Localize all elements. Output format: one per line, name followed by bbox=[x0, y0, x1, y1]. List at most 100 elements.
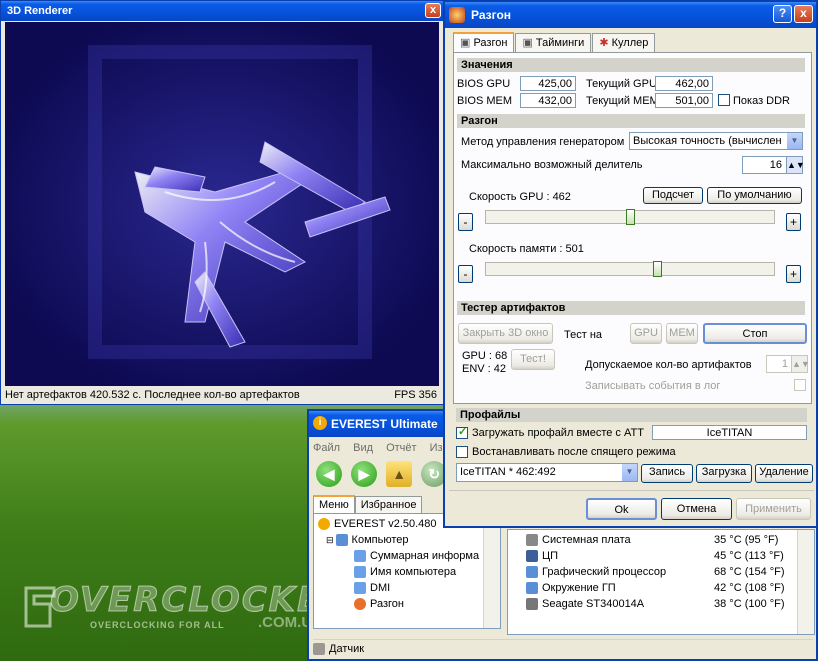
chip-icon: ▣ bbox=[460, 37, 474, 49]
sensor-scrollbar[interactable] bbox=[797, 530, 814, 634]
test-mem-button[interactable]: MEM bbox=[666, 323, 698, 344]
max-divider-label: Максимально возможный делитель bbox=[461, 159, 643, 171]
tab-timings[interactable]: ▣ Тайминги bbox=[515, 33, 592, 52]
gpu-speed-increase-button[interactable]: + bbox=[786, 213, 801, 231]
menu-file[interactable]: Файл bbox=[313, 442, 340, 454]
render-viewport bbox=[5, 22, 439, 386]
gpu-speed-slider[interactable] bbox=[485, 209, 775, 225]
default-button[interactable]: По умолчанию bbox=[707, 187, 802, 204]
memory-speed-decrease-button[interactable]: - bbox=[458, 265, 473, 283]
allowed-artifacts-stepper[interactable]: 1 ▲▼ bbox=[766, 355, 810, 373]
sensor-value: 42 °C (108 °F) bbox=[714, 582, 785, 594]
show-ddr-checkbox[interactable] bbox=[718, 94, 730, 106]
bios-mem-label: BIOS MEM bbox=[457, 95, 513, 107]
tree-item-overclock[interactable]: Разгон bbox=[354, 598, 404, 611]
menu-view[interactable]: Вид bbox=[353, 442, 373, 454]
tree-root[interactable]: EVEREST v2.50.480 bbox=[318, 518, 437, 531]
dialog-titlebar[interactable]: Разгон ? x bbox=[445, 2, 816, 28]
restore-after-sleep-checkbox[interactable] bbox=[456, 446, 468, 458]
tree-item-summary[interactable]: Суммарная информа bbox=[354, 550, 480, 563]
folder-up-icon[interactable]: ▲ bbox=[386, 461, 413, 487]
load-with-att-checkbox[interactable] bbox=[456, 425, 468, 439]
restore-after-sleep-label: Востанавливать после спящего режима bbox=[472, 446, 676, 458]
tree-computer[interactable]: ⊟ Компьютер bbox=[326, 534, 408, 547]
tab-label: Разгон bbox=[473, 37, 508, 49]
max-divider-stepper[interactable]: 16 ▲▼ bbox=[742, 156, 805, 174]
fan-icon: ✱ bbox=[599, 37, 612, 49]
sensor-row[interactable]: Seagate ST340014A 38 °C (100 °F) bbox=[508, 596, 798, 612]
sensor-name: Seagate ST340014A bbox=[542, 598, 645, 610]
menu-more[interactable]: Из bbox=[430, 442, 443, 454]
sensor-icon bbox=[313, 643, 325, 656]
tab-menu[interactable]: Меню bbox=[313, 495, 355, 513]
ok-button[interactable]: Ok bbox=[586, 498, 657, 520]
section-overclock-header: Разгон bbox=[457, 114, 805, 128]
bios-mem-value: 432,00 bbox=[520, 93, 576, 108]
apply-button[interactable]: Применить bbox=[736, 498, 811, 520]
close-button[interactable]: x bbox=[794, 5, 813, 23]
test-gpu-button[interactable]: GPU bbox=[630, 323, 662, 344]
rendered-ship-image bbox=[5, 22, 439, 386]
load-with-att-label: Загружать профайл вместе с ATT bbox=[472, 427, 644, 439]
tab-favorites[interactable]: Избранное bbox=[354, 496, 423, 513]
tab-overclock[interactable]: ▣ Разгон bbox=[453, 32, 515, 54]
cancel-button[interactable]: Отмена bbox=[661, 498, 732, 520]
tree-item-label: DMI bbox=[370, 582, 391, 594]
stop-button[interactable]: Стоп bbox=[703, 323, 807, 344]
overclock-tab-panel: Значения BIOS GPU 425,00 Текущий GPU 462… bbox=[453, 52, 812, 404]
profile-select[interactable]: IceTITAN * 462:492 ▼ bbox=[456, 463, 638, 482]
tab-cooler[interactable]: ✱ Куллер bbox=[592, 33, 656, 52]
tree-item-label: Разгон bbox=[370, 598, 404, 610]
chevron-down-icon[interactable]: ▼ bbox=[787, 133, 802, 149]
test-start-button[interactable]: Тест! bbox=[511, 349, 555, 370]
load-profile-button[interactable]: Загрузка bbox=[696, 464, 752, 483]
gpu-temperature: GPU : 68 bbox=[462, 350, 508, 362]
sensor-value: 45 °C (113 °F) bbox=[714, 550, 784, 562]
fps-counter: FPS 356 bbox=[394, 389, 437, 401]
generator-method-select[interactable]: Высокая точность (вычислен ▼ bbox=[629, 132, 803, 150]
tab-label: Тайминги bbox=[535, 37, 585, 49]
tree-item-dmi[interactable]: DMI bbox=[354, 582, 391, 595]
current-gpu-label: Текущий GPU bbox=[586, 78, 657, 90]
memory-speed-slider[interactable] bbox=[485, 261, 775, 277]
sensor-row[interactable]: Окружение ГП 42 °C (108 °F) bbox=[508, 580, 798, 596]
memory-speed-slider-thumb[interactable] bbox=[653, 261, 662, 277]
spin-arrows-icon[interactable]: ▲▼ bbox=[791, 356, 810, 372]
gpu-speed-slider-thumb[interactable] bbox=[626, 209, 635, 225]
save-profile-button[interactable]: Запись bbox=[641, 464, 693, 483]
back-arrow-icon[interactable]: ◀ bbox=[316, 461, 342, 487]
spin-arrows-icon[interactable]: ▲▼ bbox=[786, 157, 805, 173]
show-ddr-label: Показ DDR bbox=[733, 95, 791, 107]
sensor-row[interactable]: Графический процессор 68 °C (154 °F) bbox=[508, 564, 798, 580]
dialog-tabs: ▣ Разгон ▣ Тайминги ✱ Куллер bbox=[453, 32, 656, 54]
bios-gpu-label: BIOS GPU bbox=[457, 78, 511, 90]
sensor-value: 68 °C (154 °F) bbox=[714, 566, 785, 578]
chevron-down-icon[interactable]: ▼ bbox=[622, 464, 637, 481]
renderer-window: 3D Renderer x Нет артефактов 420.532 с. … bbox=[0, 0, 444, 405]
help-button[interactable]: ? bbox=[773, 5, 792, 23]
forward-arrow-icon[interactable]: ▶ bbox=[351, 461, 378, 487]
section-profiles-header: Профайлы bbox=[456, 408, 807, 422]
renderer-close-button[interactable]: x bbox=[425, 3, 441, 18]
hard-disk-icon bbox=[526, 598, 538, 611]
memory-speed-increase-button[interactable]: + bbox=[786, 265, 801, 283]
close-3d-window-button[interactable]: Закрыть 3D окно bbox=[458, 323, 553, 344]
sensor-row[interactable]: ЦП 45 °C (113 °F) bbox=[508, 548, 798, 564]
tree-item-computer-name[interactable]: Имя компьютера bbox=[354, 566, 456, 579]
profile-select-value: IceTITAN * 462:492 bbox=[460, 466, 556, 478]
menu-report[interactable]: Отчёт bbox=[386, 442, 416, 454]
log-events-checkbox[interactable] bbox=[794, 379, 806, 391]
sensor-row[interactable]: Системная плата 35 °C (95 °F) bbox=[508, 532, 798, 548]
tree-scrollbar[interactable] bbox=[483, 514, 500, 628]
divider bbox=[449, 490, 814, 491]
delete-profile-button[interactable]: Удаление bbox=[755, 464, 813, 483]
gpu-speed-decrease-button[interactable]: - bbox=[458, 213, 473, 231]
collapse-icon[interactable]: ⊟ bbox=[326, 535, 334, 545]
tree-item-label: Суммарная информа bbox=[370, 550, 480, 562]
sensor-list: Системная плата 35 °C (95 °F) ЦП 45 °C (… bbox=[507, 529, 815, 635]
renderer-titlebar[interactable]: 3D Renderer x bbox=[1, 1, 443, 21]
calculate-button[interactable]: Подсчет bbox=[643, 187, 703, 204]
sensor-name: ЦП bbox=[542, 550, 559, 562]
current-mem-value: 501,00 bbox=[655, 93, 713, 108]
everest-menubar: Файл Вид Отчёт Из bbox=[313, 439, 453, 457]
